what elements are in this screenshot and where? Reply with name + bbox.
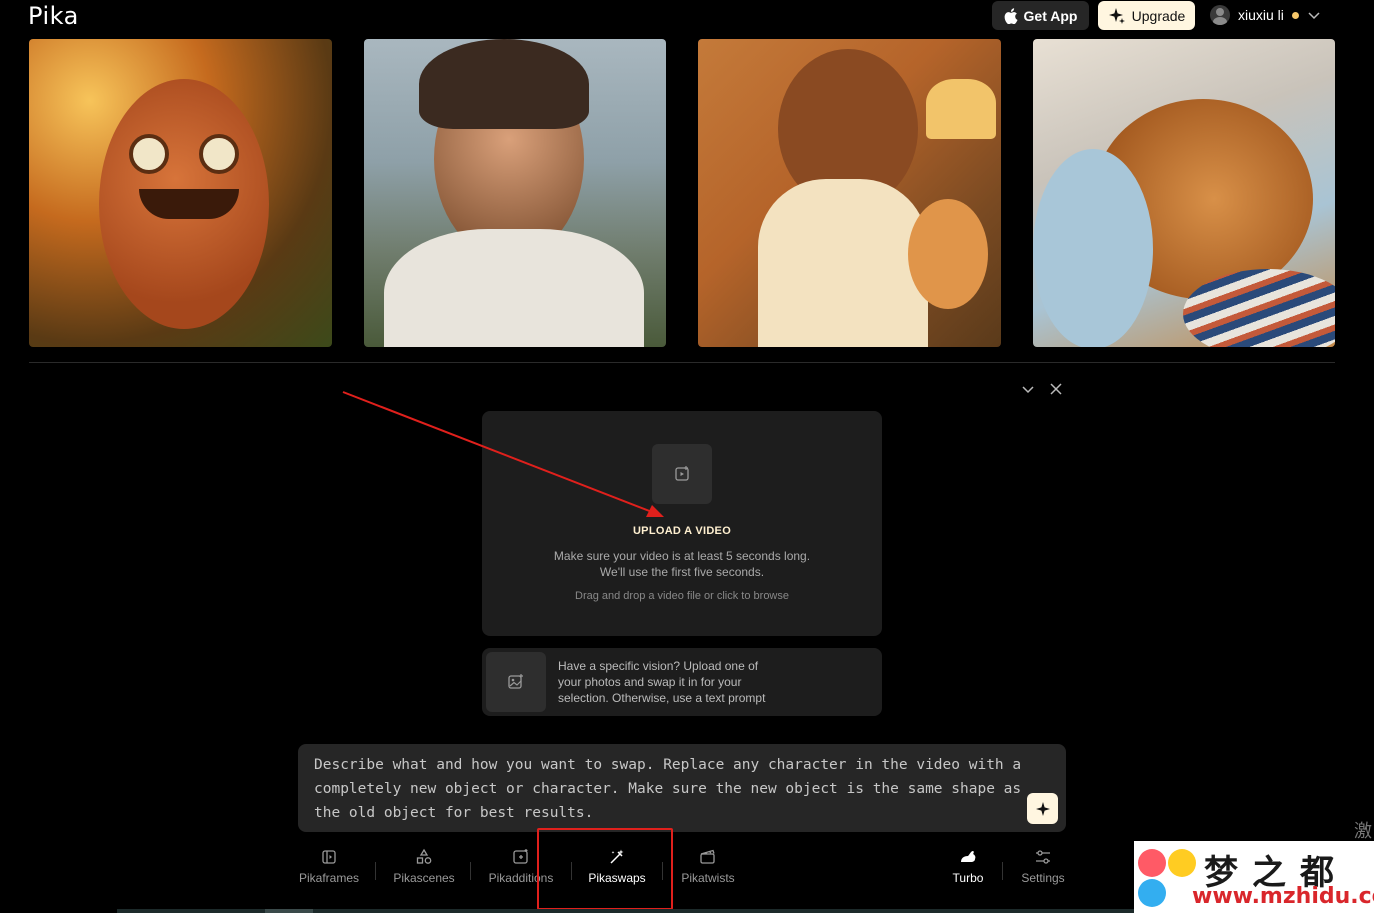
upload-photo-button[interactable]: [486, 652, 546, 712]
upload-desc-line1: Make sure your video is at least 5 secon…: [553, 549, 811, 563]
rabbit-icon: [961, 851, 976, 862]
tool-label: Pikatwists: [681, 871, 735, 885]
gallery-thumbnail-monster[interactable]: [29, 39, 332, 347]
upload-hint: Drag and drop a video file or click to b…: [575, 590, 789, 602]
notification-dot: [1291, 11, 1299, 19]
avatar: [1210, 5, 1230, 25]
tool-label: Pikascenes: [393, 871, 455, 885]
section-divider: [29, 362, 1335, 363]
tool-pikascenes[interactable]: Pikascenes: [392, 848, 456, 890]
username: xiuxiu li: [1238, 7, 1284, 23]
chevron-down-icon: [1308, 12, 1320, 20]
apple-icon: [1004, 7, 1018, 24]
close-icon: [1050, 383, 1062, 395]
upload-title: UPLOAD A VIDEO: [632, 525, 732, 537]
tool-label: Pikaframes: [298, 871, 360, 885]
video-upload-icon: [675, 466, 689, 481]
frames-icon: [322, 850, 336, 864]
generate-button[interactable]: [1027, 793, 1058, 824]
settings-button[interactable]: Settings: [1019, 848, 1067, 890]
prompt-placeholder: Describe what and how you want to swap. …: [314, 757, 1022, 821]
chevron-down-icon: [1022, 386, 1034, 394]
sparkle-icon: [1108, 7, 1125, 24]
sliders-icon: [1036, 850, 1050, 864]
tool-pikaframes[interactable]: Pikaframes: [298, 848, 360, 890]
upload-video-button[interactable]: [652, 444, 712, 504]
swap-photo-card[interactable]: Have a specific vision? Upload one of yo…: [482, 648, 882, 716]
twist-icon: [700, 849, 715, 864]
prompt-input[interactable]: Describe what and how you want to swap. …: [298, 744, 1066, 832]
get-app-button[interactable]: Get App: [992, 1, 1089, 30]
gallery-thumbnail-woman[interactable]: [364, 39, 666, 347]
upload-description: Make sure your video is at least 5 secon…: [482, 548, 882, 580]
toolbar-separator: [1002, 862, 1003, 880]
turbo-toggle[interactable]: Turbo: [950, 848, 986, 890]
gallery-thumbnail-cat[interactable]: [1033, 39, 1335, 347]
pika-logo[interactable]: Pika: [28, 2, 79, 30]
gallery-thumbnail-kid-writing[interactable]: [698, 39, 1001, 347]
watermark-face-icon: [1138, 879, 1166, 907]
watermark-face-icon: [1138, 849, 1166, 877]
site-watermark: 梦之都 www.mzhidu.com: [1134, 841, 1374, 913]
watermark-face-icon: [1168, 849, 1196, 877]
turbo-label: Turbo: [952, 871, 984, 885]
swap-photo-description: Have a specific vision? Upload one of yo…: [558, 659, 766, 705]
settings-label: Settings: [1021, 871, 1065, 885]
get-app-label: Get App: [1023, 7, 1078, 24]
toolbar-separator: [375, 862, 376, 880]
side-watermark-char: 激: [1354, 821, 1372, 842]
upload-desc-line2: We'll use the first five seconds.: [599, 565, 765, 579]
shapes-icon: [416, 848, 432, 864]
add-video-icon: [513, 849, 528, 864]
upgrade-button[interactable]: Upgrade: [1098, 1, 1195, 30]
upgrade-label: Upgrade: [1131, 7, 1186, 24]
annotation-highlight-box: [537, 828, 673, 910]
scrollbar-thumb[interactable]: [265, 909, 313, 913]
collapse-button[interactable]: [1019, 380, 1037, 398]
tool-pikatwists[interactable]: Pikatwists: [679, 848, 737, 890]
toolbar-separator: [470, 862, 471, 880]
image-upload-icon: [508, 674, 523, 689]
close-button[interactable]: [1047, 380, 1065, 398]
upload-video-dropzone[interactable]: UPLOAD A VIDEO Make sure your video is a…: [482, 411, 882, 636]
sparkle-icon: [1035, 801, 1050, 816]
watermark-url: www.mzhidu.com: [1192, 884, 1374, 909]
user-menu[interactable]: xiuxiu li: [1210, 4, 1321, 26]
